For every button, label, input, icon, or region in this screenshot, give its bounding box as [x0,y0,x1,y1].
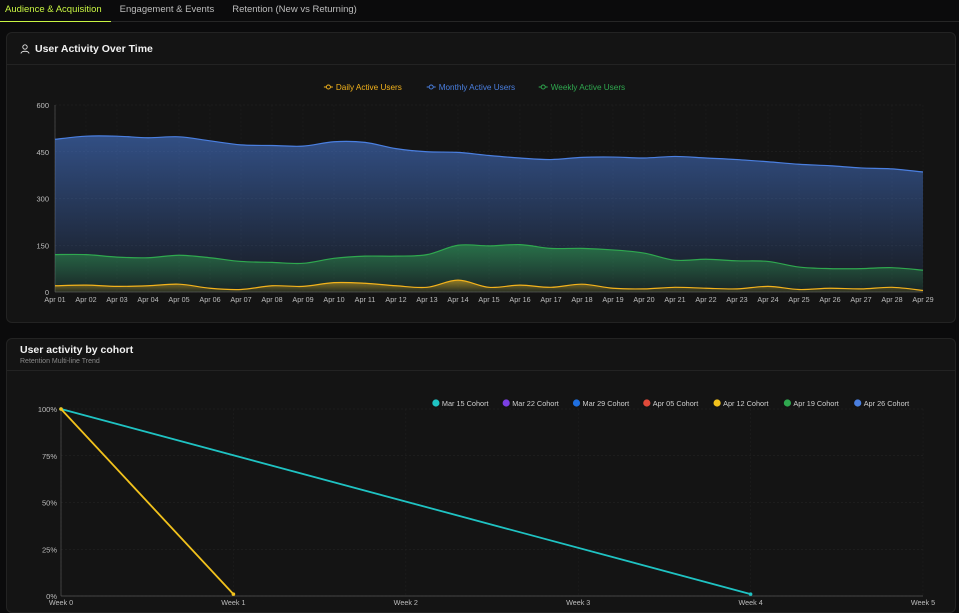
x-tick-label: Apr 15 [478,295,499,304]
legend-item: Monthly Active Users [426,83,515,92]
data-point [59,407,63,411]
legend-dot-icon [432,399,440,407]
x-tick-label: Apr 24 [757,295,778,304]
legend-label: Daily Active Users [336,83,402,92]
legend-label: Monthly Active Users [439,83,515,92]
legend-label: Apr 26 Cohort [864,399,909,408]
legend-marker-icon [325,84,331,90]
data-point [748,592,753,596]
x-tick-label: Week 5 [911,598,935,607]
x-tick-label: Apr 09 [292,295,313,304]
x-tick-label: Apr 07 [230,295,251,304]
x-tick-label: Apr 26 [819,295,840,304]
legend-dot-icon [713,399,721,407]
x-tick-label: Apr 14 [447,295,468,304]
legend-dot-icon [643,399,651,407]
y-tick-label: 450 [36,148,49,157]
cohort-header: User activity by cohort Retention Multi-… [7,339,955,371]
x-tick-label: Apr 29 [912,295,933,304]
y-tick-label: 25% [42,545,57,554]
x-tick-label: Week 2 [394,598,418,607]
user-activity-title: User Activity Over Time [35,42,153,55]
cohort-title: User activity by cohort [20,344,134,356]
x-tick-label: Apr 06 [199,295,220,304]
line-apr-12-cohort [60,408,235,595]
legend-dot-icon [502,399,510,407]
x-tick-label: Apr 25 [788,295,809,304]
user-activity-card: User Activity Over Time 0 150 300 450 600 Apr… [6,32,956,323]
x-tick-label: Apr 21 [664,295,685,304]
y-tick-label: 150 [36,241,49,250]
x-tick-label: Apr 28 [881,295,902,304]
x-tick-label: Apr 20 [633,295,654,304]
tab-engagement-events[interactable]: Engagement & Events [111,0,224,22]
legend-item: Daily Active Users [323,83,402,92]
cohort-legend-item: Mar 29 Cohort [572,399,630,408]
legend-marker-icon [540,84,546,90]
x-tick-label: Apr 01 [44,295,65,304]
user-icon [20,43,30,54]
x-tick-label: Apr 05 [168,295,189,304]
cohort-legend-item: Apr 05 Cohort [643,399,698,408]
x-tick-label: Apr 23 [726,295,747,304]
x-tick-label: Apr 11 [355,295,376,304]
x-tick-label: Apr 27 [850,295,871,304]
cohort-legend-item: Apr 19 Cohort [783,399,839,408]
legend-dot-icon [783,399,792,407]
x-tick-label: Week 4 [738,598,762,607]
y-tick-label: 600 [36,101,49,110]
cohort-chart: 0%25%50%75%100%Week 0 Week 1 Week 2 Week 3W… [38,399,935,607]
x-tick-label: Apr 02 [75,295,96,304]
user-activity-header: User Activity Over Time [7,33,955,65]
tab-retention[interactable]: Retention (New vs Returning) [223,0,366,22]
legend-dot-icon [854,399,862,407]
x-tick-label: Apr 13 [416,295,437,304]
x-tick-label: Apr 12 [385,295,406,304]
legend-label: Apr 05 Cohort [653,399,698,408]
y-tick-label: 100% [38,405,58,414]
x-tick-label: Apr 04 [137,295,158,304]
tab-audience-acquisition[interactable]: Audience & Acquisition [0,0,111,22]
y-tick-label: 75% [42,452,57,461]
x-tick-label: Week 0 [49,598,73,607]
legend-marker-icon [428,84,434,90]
cohort-legend-item: Apr 12 Cohort [713,399,769,408]
cohort-legend-item: Mar 15 Cohort [432,399,489,408]
y-tick-label: 50% [42,499,57,508]
y-tick-label: 300 [36,195,49,204]
x-tick-label: Apr 19 [602,295,623,304]
legend-label: Weekly Active Users [551,83,625,92]
cohort-legend-item: Apr 26 Cohort [854,399,909,408]
x-tick-label: Apr 03 [106,295,127,304]
cohort-card: User activity by cohort Retention Multi-… [6,338,956,613]
x-tick-label: Apr 10 [323,295,344,304]
legend-label: Apr 12 Cohort [723,399,768,408]
cohort-subtitle: Retention Multi-line Trend [20,358,100,365]
legend-label: Mar 22 Cohort [512,399,559,408]
x-tick-label: Apr 16 [509,295,530,304]
data-point [231,592,236,596]
x-tick-label: Week 1 [221,598,245,607]
tab-bar: Audience & Acquisition Engagement & Even… [0,0,959,22]
x-tick-label: Apr 22 [695,295,716,304]
legend-label: Mar 15 Cohort [442,399,489,408]
x-tick-label: Apr 08 [261,295,282,304]
legend-label: Apr 19 Cohort [793,399,838,408]
legend-label: Mar 29 Cohort [583,399,630,408]
x-tick-label: Apr 18 [571,295,592,304]
cohort-legend-item: Mar 22 Cohort [502,399,559,408]
user-activity-chart: 0150300450600Apr 01 Apr 02 Apr 03 Apr 04 Apr… [36,83,933,304]
x-tick-label: Apr 17 [540,295,561,304]
legend-dot-icon [572,399,581,407]
x-tick-label: Week 3 [566,598,590,607]
legend-item: Weekly Active Users [538,83,625,92]
